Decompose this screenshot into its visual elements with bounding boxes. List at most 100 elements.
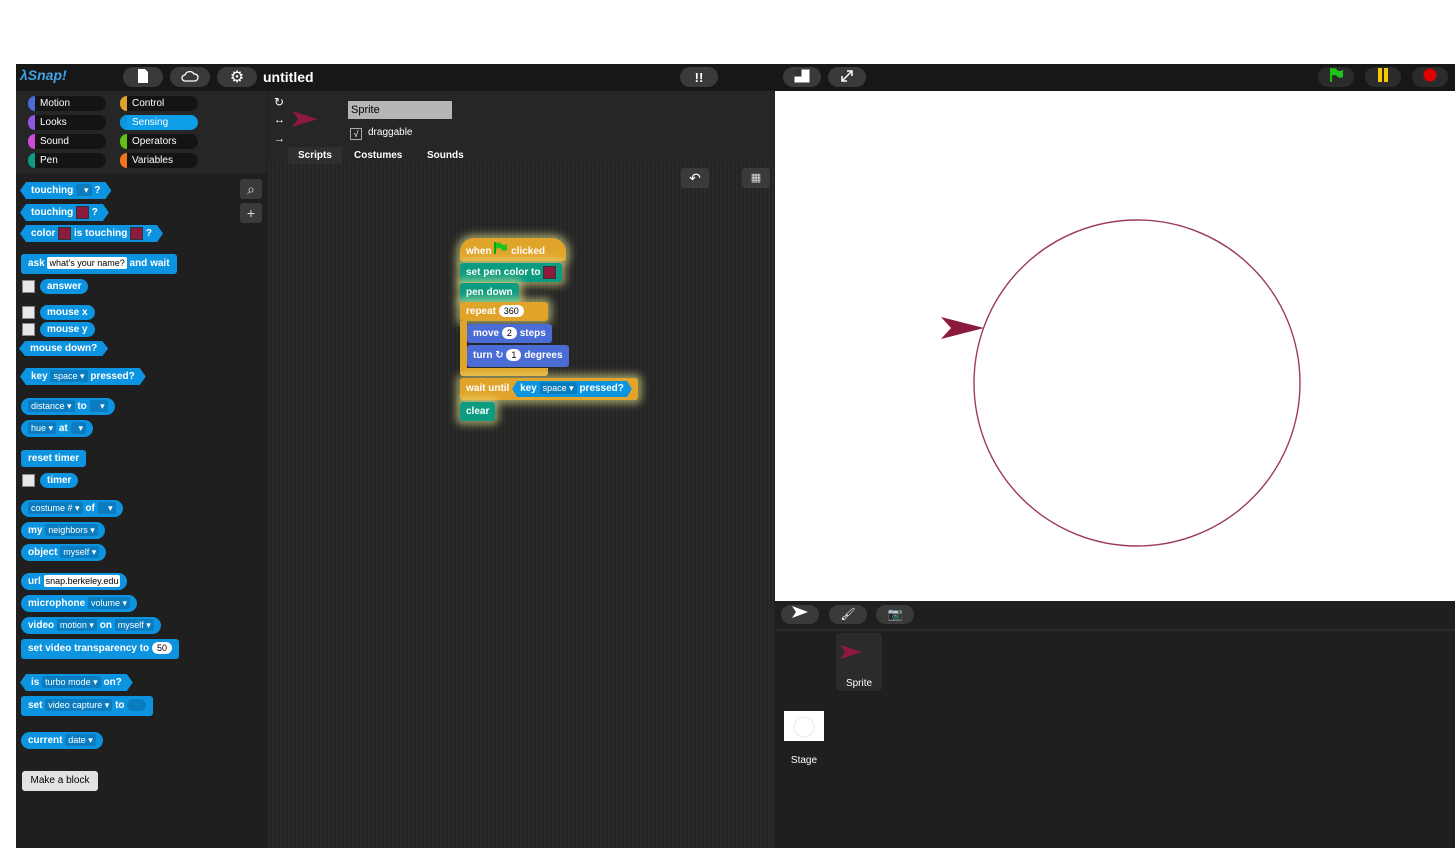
category-variables[interactable]: Variables <box>120 153 198 168</box>
block-costume-of[interactable]: costume # ▾ of ▾ <box>21 500 123 517</box>
dropdown[interactable]: date ▾ <box>65 734 96 747</box>
stage-size-button[interactable] <box>783 67 821 87</box>
dropdown[interactable]: ▾ <box>76 184 92 196</box>
dropdown[interactable]: ▾ <box>97 502 116 515</box>
dropdown[interactable]: space ▾ <box>540 382 577 394</box>
block-touching[interactable]: touching ▾ ? <box>20 182 111 199</box>
dropdown[interactable]: motion ▾ <box>56 619 97 632</box>
boolean-slot[interactable] <box>127 699 146 712</box>
number-slot[interactable]: 2 <box>501 327 517 340</box>
green-flag-button[interactable] <box>1318 67 1354 87</box>
dropdown[interactable]: costume # ▾ <box>28 502 83 515</box>
dropdown[interactable]: ▾ <box>70 422 87 435</box>
block-answer[interactable]: answer <box>40 279 89 294</box>
block-touching-color[interactable]: touching ? <box>20 204 109 221</box>
block-object[interactable]: object myself ▾ <box>21 544 107 561</box>
dropdown[interactable]: neighbors ▾ <box>45 524 98 537</box>
dropdown[interactable]: distance ▾ <box>28 400 75 413</box>
watcher-checkbox[interactable] <box>22 280 35 293</box>
block-ask[interactable]: ask what's your name? and wait <box>21 254 177 274</box>
rotate-icon[interactable]: ↻ <box>274 95 284 109</box>
dropdown[interactable]: video capture ▾ <box>45 699 113 712</box>
block-color-touching[interactable]: color is touching ? <box>20 225 163 242</box>
category-operators[interactable]: Operators <box>120 134 198 149</box>
footprints-button[interactable]: !! <box>680 67 718 87</box>
hat-when-flag-clicked[interactable]: when clicked <box>460 238 566 261</box>
color-swatch[interactable] <box>58 227 71 240</box>
block-set-video-capture[interactable]: set video capture ▾ to <box>21 696 153 716</box>
undo-button[interactable]: ↶ <box>681 168 709 188</box>
block-reset-timer[interactable]: reset timer <box>21 450 87 467</box>
dropdown[interactable]: hue ▾ <box>28 422 57 435</box>
block-current-date[interactable]: current date ▾ <box>21 732 103 749</box>
tab-costumes[interactable]: Costumes <box>344 147 412 164</box>
category-sensing[interactable]: Sensing <box>120 115 198 130</box>
watcher-checkbox[interactable] <box>22 474 35 487</box>
snap-logo[interactable]: λSnap! <box>20 67 67 83</box>
pen-color-swatch[interactable] <box>543 265 557 279</box>
category-motion[interactable]: Motion <box>28 96 106 111</box>
block-key-pressed[interactable]: key space ▾ pressed? <box>20 368 146 385</box>
text-slot[interactable]: snap.berkeley.edu <box>43 575 121 588</box>
sprite-arrow[interactable] <box>941 317 984 339</box>
block-hue-at[interactable]: hue ▾ at ▾ <box>21 420 94 437</box>
file-button[interactable] <box>123 67 163 87</box>
number-slot[interactable]: 50 <box>151 642 172 655</box>
watcher-checkbox[interactable] <box>22 323 35 336</box>
stage[interactable] <box>775 91 1455 601</box>
make-a-block-button[interactable]: Make a block <box>22 771 98 791</box>
text-slot[interactable]: what's your name? <box>47 257 127 270</box>
cloud-button[interactable] <box>170 67 210 87</box>
block-set-pen-color[interactable]: set pen color to <box>460 263 563 282</box>
color-swatch[interactable] <box>76 206 89 219</box>
pause-button[interactable] <box>1365 67 1401 87</box>
rotation-none-icon[interactable]: → <box>274 133 285 145</box>
number-slot[interactable]: 360 <box>498 305 524 318</box>
block-microphone[interactable]: microphone volume ▾ <box>21 595 138 612</box>
block-pen-down[interactable]: pen down <box>460 283 519 302</box>
block-set-video-transparency[interactable]: set video transparency to 50 <box>21 639 179 659</box>
category-looks[interactable]: Looks <box>28 115 106 130</box>
block-clear[interactable]: clear <box>460 402 496 421</box>
block-repeat[interactable]: repeat 360 <box>460 302 548 321</box>
dropdown[interactable]: space ▾ <box>50 370 87 382</box>
stop-button[interactable] <box>1412 67 1448 87</box>
category-control[interactable]: Control <box>120 96 198 111</box>
stage-thumbnail[interactable] <box>784 711 824 741</box>
tab-scripts[interactable]: Scripts <box>288 147 342 164</box>
dropdown[interactable]: ▾ <box>89 400 108 413</box>
watcher-checkbox[interactable] <box>22 306 35 319</box>
fullscreen-button[interactable] <box>828 67 866 87</box>
dropdown[interactable]: myself ▾ <box>114 619 154 632</box>
rotation-leftright-icon[interactable]: ↔ <box>274 114 285 126</box>
sprite-name-field[interactable]: Sprite <box>348 101 452 119</box>
number-slot[interactable]: 1 <box>506 349 522 362</box>
block-mouse-x[interactable]: mouse x <box>40 305 95 320</box>
add-block-button[interactable]: + <box>240 203 262 223</box>
settings-button[interactable]: ⚙ <box>217 67 257 87</box>
turtle-button[interactable] <box>781 605 819 624</box>
block-my[interactable]: my neighbors ▾ <box>21 522 105 539</box>
block-turn-degrees[interactable]: turn ↻ 1 degrees <box>467 345 569 367</box>
category-pen[interactable]: Pen <box>28 153 106 168</box>
block-is-turbo-mode[interactable]: is turbo mode ▾ on? <box>20 674 133 691</box>
block-mouse-y[interactable]: mouse y <box>40 322 95 337</box>
dropdown[interactable]: turbo mode ▾ <box>42 676 101 688</box>
block-move-steps[interactable]: move 2 steps <box>467 324 552 343</box>
block-distance[interactable]: distance ▾ to ▾ <box>21 398 115 415</box>
dropdown[interactable]: volume ▾ <box>88 597 131 610</box>
paint-new-sprite-button[interactable]: 🖌 <box>829 605 867 624</box>
tab-sounds[interactable]: Sounds <box>417 147 474 164</box>
dropdown[interactable]: myself ▾ <box>60 546 100 559</box>
color-swatch[interactable] <box>130 227 143 240</box>
block-timer[interactable]: timer <box>40 473 79 488</box>
keyboard-button[interactable]: ▦ <box>742 168 770 188</box>
search-blocks-button[interactable]: ⌕ <box>240 179 262 199</box>
block-wait-until[interactable]: wait until key space ▾ pressed? <box>460 378 638 400</box>
block-video[interactable]: video motion ▾ on myself ▾ <box>21 617 161 634</box>
draggable-checkbox[interactable]: √ <box>350 128 362 140</box>
block-url[interactable]: url snap.berkeley.edu <box>21 573 128 590</box>
scripts-area[interactable]: ↶ ▦ when clicked set pen color to pen do… <box>268 164 774 848</box>
block-mouse-down[interactable]: mouse down? <box>19 341 108 356</box>
block-key-pressed[interactable]: key space ▾ pressed? <box>512 381 632 397</box>
